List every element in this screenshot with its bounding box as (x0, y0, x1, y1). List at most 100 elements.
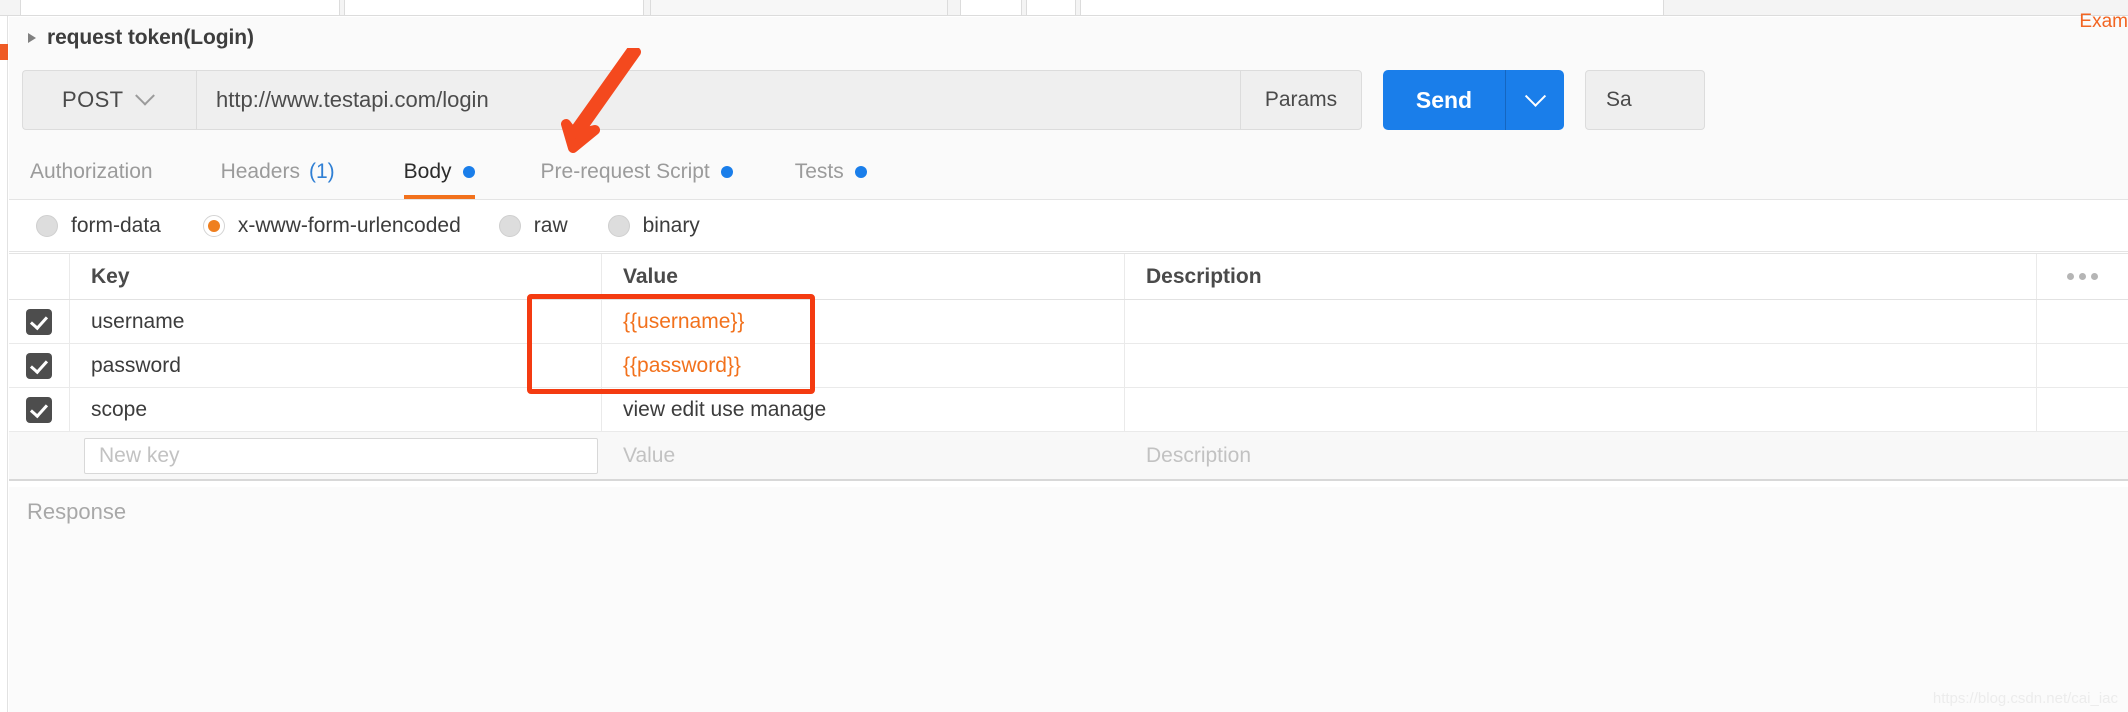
left-rail (0, 16, 8, 712)
watermark-text: https://blog.csdn.net/cai_iac (1932, 690, 2118, 707)
tab-label: Headers (220, 159, 300, 183)
new-row-checkbox-cell (9, 432, 70, 479)
column-header-label: Description (1146, 264, 1262, 288)
save-button[interactable]: Sa (1585, 70, 1705, 130)
key-text: scope (91, 397, 148, 421)
left-rail-accent-marker (0, 44, 8, 60)
column-header-label: Key (91, 264, 130, 288)
header-cell-value: Value (602, 254, 1125, 299)
header-cell-description: Description (1125, 254, 2036, 299)
new-description-cell[interactable]: Description (1125, 432, 2036, 479)
row-checkbox-cell[interactable] (9, 344, 70, 387)
response-section: Response https://blog.csdn.net/cai_iac (9, 487, 2128, 712)
radio-label: binary (642, 213, 700, 237)
tab-pre-request-script[interactable]: Pre-request Script (541, 144, 733, 199)
body-key-value-table: Key Value Description username {{usernam… (9, 253, 2128, 481)
column-header-label: Value (623, 264, 678, 288)
tab-label: Authorization (30, 159, 153, 183)
active-tab-underline (403, 195, 475, 199)
row-key-cell[interactable]: username (70, 300, 602, 343)
examples-link[interactable]: Exam (2079, 11, 2128, 33)
row-checkbox-cell[interactable] (9, 300, 70, 343)
pre-request-modified-dot-icon (720, 165, 733, 178)
request-tab-6[interactable] (1080, 0, 1664, 15)
tab-label: Tests (794, 159, 844, 183)
checkbox-checked-icon[interactable] (26, 308, 52, 335)
new-row-options (2036, 432, 2128, 479)
row-value-cell[interactable]: {{password}} (602, 344, 1125, 387)
request-tab-2[interactable] (344, 0, 644, 15)
request-tab-5[interactable] (1026, 0, 1076, 15)
new-key-placeholder: New key (99, 443, 180, 467)
value-text: view edit use manage (623, 397, 827, 421)
radio-label: x-www-form-urlencoded (237, 213, 461, 237)
new-value-placeholder: Value (623, 443, 676, 467)
row-options[interactable] (2036, 344, 2128, 387)
request-tab-strip (0, 0, 2128, 16)
request-tab-4[interactable] (960, 0, 1022, 15)
radio-circle-icon (607, 214, 630, 237)
params-button[interactable]: Params (1240, 70, 1362, 130)
value-text: {{password}} (623, 353, 741, 377)
radio-circle-icon (498, 214, 521, 237)
collapse-triangle-icon[interactable] (28, 33, 36, 43)
url-bar: POST http://www.testapi.com/login Params… (22, 70, 1705, 130)
row-description-cell[interactable] (1125, 300, 2036, 343)
page-title: request token(Login) (47, 26, 254, 49)
row-description-cell[interactable] (1125, 388, 2036, 431)
http-method-selector[interactable]: POST (22, 70, 196, 130)
row-key-cell[interactable]: scope (70, 388, 602, 431)
tab-tests[interactable]: Tests (795, 144, 867, 199)
radio-x-www-form-urlencoded[interactable]: x-www-form-urlencoded (202, 213, 461, 238)
tab-headers[interactable]: Headers (1) (221, 144, 335, 199)
request-section-tabs: Authorization Headers (1) Body Pre-reque… (9, 145, 2128, 200)
row-checkbox-cell[interactable] (9, 388, 70, 431)
send-options-button[interactable] (1505, 70, 1564, 130)
key-text: username (91, 309, 185, 333)
row-options[interactable] (2036, 300, 2128, 343)
tab-body[interactable]: Body (403, 144, 475, 199)
new-key-input[interactable]: New key (84, 437, 598, 474)
new-key-cell[interactable]: New key (70, 432, 602, 479)
header-cell-key: Key (70, 254, 602, 299)
headers-count: (1) (308, 159, 335, 183)
send-button[interactable]: Send (1383, 70, 1505, 130)
value-text: {{username}} (623, 309, 745, 333)
url-text: http://www.testapi.com/login (216, 87, 489, 112)
row-key-cell[interactable]: password (70, 344, 602, 387)
radio-binary[interactable]: binary (607, 213, 700, 238)
radio-circle-icon (36, 214, 58, 237)
radio-raw[interactable]: raw (498, 214, 568, 238)
new-value-cell[interactable]: Value (602, 432, 1125, 479)
chevron-down-icon (134, 85, 155, 106)
request-tab-1[interactable] (20, 0, 340, 15)
url-bar-region: POST http://www.testapi.com/login Params… (9, 59, 2128, 145)
row-description-cell[interactable] (1125, 344, 2036, 387)
table-options-button[interactable] (2036, 254, 2128, 299)
table-row[interactable]: password {{password}} (9, 344, 2128, 388)
checkbox-checked-icon[interactable] (26, 352, 52, 379)
send-button-group: Send (1383, 70, 1564, 130)
body-type-radio-group: form-data x-www-form-urlencoded raw bina… (9, 200, 2128, 252)
table-row[interactable]: username {{username}} (9, 300, 2128, 344)
save-button-label: Sa (1606, 88, 1632, 111)
checkbox-checked-icon[interactable] (26, 396, 52, 423)
http-method-label: POST (62, 87, 124, 112)
table-new-row[interactable]: New key Value Description (9, 432, 2128, 481)
ellipsis-icon (2067, 273, 2098, 280)
row-value-cell[interactable]: view edit use manage (602, 388, 1125, 431)
response-title: Response (27, 499, 127, 524)
postman-request-panel: request token(Login) Exam POST http://ww… (0, 0, 2128, 712)
request-tab-3[interactable] (650, 0, 948, 15)
tab-authorization[interactable]: Authorization (30, 144, 153, 199)
header-cell-checkbox (9, 254, 70, 299)
table-row[interactable]: scope view edit use manage (9, 388, 2128, 432)
row-value-cell[interactable]: {{username}} (602, 300, 1125, 343)
radio-form-data[interactable]: form-data (36, 214, 161, 238)
row-options[interactable] (2036, 388, 2128, 431)
url-input[interactable]: http://www.testapi.com/login (196, 70, 1240, 130)
tab-label: Body (403, 159, 452, 183)
radio-label: form-data (71, 213, 161, 237)
body-modified-dot-icon (462, 165, 475, 178)
new-description-placeholder: Description (1146, 443, 1252, 467)
